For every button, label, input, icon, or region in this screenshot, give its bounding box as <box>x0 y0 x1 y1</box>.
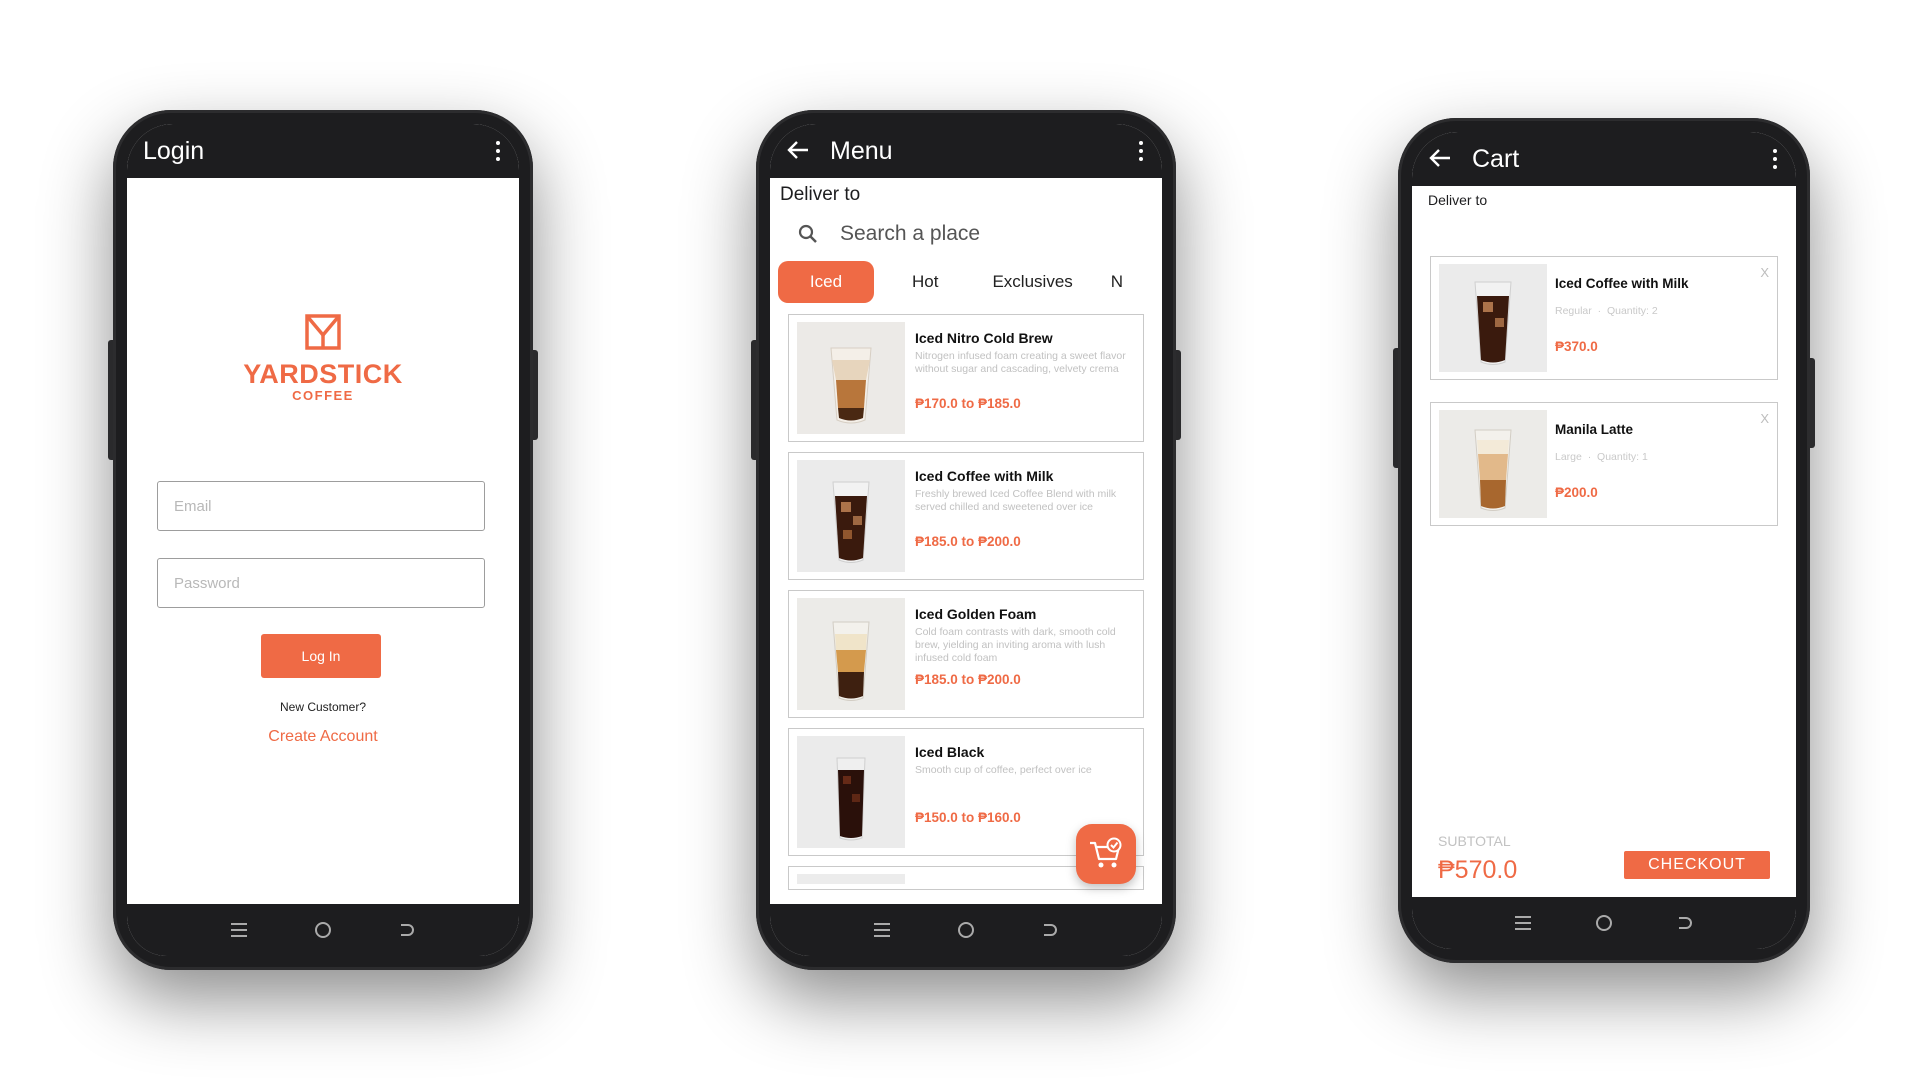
recents-icon[interactable] <box>1508 908 1538 938</box>
login-app-bar: Login <box>127 124 519 178</box>
product-image <box>797 736 905 848</box>
product-price: ₱185.0 to ₱200.0 <box>915 672 1021 687</box>
system-nav-bar <box>770 904 1162 956</box>
home-icon[interactable] <box>951 915 981 945</box>
cart-item-name: Manila Latte <box>1555 422 1634 437</box>
back-nav-icon[interactable] <box>1670 908 1700 938</box>
product-name: Iced Black <box>915 744 985 760</box>
recents-icon[interactable] <box>224 915 254 945</box>
login-button[interactable]: Log In <box>261 634 381 678</box>
system-nav-bar <box>1412 897 1796 949</box>
yardstick-logo-icon <box>305 314 341 350</box>
menu-app-bar: Menu <box>770 124 1162 178</box>
new-customer-text: New Customer? <box>279 700 367 714</box>
kebab-menu-icon[interactable] <box>1138 141 1144 161</box>
system-nav-bar <box>127 904 519 956</box>
arrow-left-icon[interactable] <box>786 136 810 167</box>
logo-wordmark: YARDSTICK <box>243 359 403 389</box>
phone-login: Login YARDSTICK COFFEE Log In New Custom… <box>108 110 538 970</box>
cart-item-meta: Regular · Quantity: 2 <box>1555 305 1658 317</box>
product-image <box>797 322 905 434</box>
back-nav-icon[interactable] <box>392 915 422 945</box>
app-bar-title: Login <box>143 136 205 165</box>
product-description: Cold foam contrasts with dark, smooth co… <box>915 626 1116 664</box>
cart-item-size: Large <box>1555 451 1582 463</box>
logo-subtitle: COFFEE <box>292 388 354 403</box>
place-search[interactable]: Search a place <box>770 206 1162 252</box>
login-screen: Login YARDSTICK COFFEE Log In New Custom… <box>127 124 519 956</box>
phone-cart: Cart Deliver to Iced Coffee with Milk Re… <box>1393 118 1815 963</box>
cart-item-name: Iced Coffee with Milk <box>1555 276 1689 291</box>
cart-screen: Cart Deliver to Iced Coffee with Milk Re… <box>1412 132 1796 949</box>
cart-item-price: ₱370.0 <box>1555 339 1598 354</box>
product-image <box>797 874 905 884</box>
search-icon <box>798 224 817 243</box>
menu-screen: Menu Deliver to Search a place Iced Hot … <box>770 124 1162 956</box>
product-price: ₱185.0 to ₱200.0 <box>915 534 1021 549</box>
phone-menu: Menu Deliver to Search a place Iced Hot … <box>751 110 1181 970</box>
cart-item-price: ₱200.0 <box>1555 485 1598 500</box>
cart-check-icon[interactable] <box>1076 824 1136 884</box>
subtotal-value: ₱570.0 <box>1438 856 1518 884</box>
tab-iced[interactable]: Iced <box>778 261 874 303</box>
back-nav-icon[interactable] <box>1035 915 1065 945</box>
product-name: Iced Coffee with Milk <box>915 468 1054 484</box>
cart-item-image <box>1439 410 1547 518</box>
product-image <box>797 460 905 572</box>
cart-item[interactable]: Manila Latte Large · Quantity: 1 ₱200.0 … <box>1430 402 1778 526</box>
product-card[interactable]: Iced Nitro Cold Brew Nitrogen infused fo… <box>788 314 1144 442</box>
product-description: Nitrogen infused foam creating a sweet f… <box>915 350 1126 375</box>
home-icon[interactable] <box>308 915 338 945</box>
product-price: ₱170.0 to ₱185.0 <box>915 396 1021 411</box>
brand-logo: YARDSTICK COFFEE <box>127 313 519 403</box>
product-price: ₱150.0 to ₱160.0 <box>915 810 1021 825</box>
checkout-button[interactable]: CHECKOUT <box>1624 851 1770 879</box>
product-card[interactable]: Iced Golden Foam Cold foam contrasts wit… <box>788 590 1144 718</box>
deliver-to-label: Deliver to <box>1428 192 1488 208</box>
product-image <box>797 598 905 710</box>
password-field[interactable] <box>157 558 485 608</box>
app-bar-title: Menu <box>830 136 893 165</box>
product-list: Iced Nitro Cold Brew Nitrogen infused fo… <box>770 304 1162 890</box>
remove-item-button[interactable]: X <box>1760 411 1769 426</box>
cart-item-image <box>1439 264 1547 372</box>
home-icon[interactable] <box>1589 908 1619 938</box>
app-bar-title: Cart <box>1472 144 1520 173</box>
cart-item-meta: Large · Quantity: 1 <box>1555 451 1648 463</box>
kebab-menu-icon[interactable] <box>1772 149 1778 169</box>
arrow-left-icon[interactable] <box>1428 144 1452 175</box>
cart-item-quantity: Quantity: 1 <box>1597 451 1648 463</box>
cart-app-bar: Cart <box>1412 132 1796 186</box>
cart-item-size: Regular <box>1555 305 1592 317</box>
product-name: Iced Golden Foam <box>915 606 1037 622</box>
category-tabs: Iced Hot Exclusives N <box>770 252 1162 304</box>
product-description: Freshly brewed Iced Coffee Blend with mi… <box>915 488 1117 513</box>
product-name: Iced Nitro Cold Brew <box>915 330 1053 346</box>
tab-exclusives[interactable]: Exclusives <box>972 261 1092 303</box>
kebab-menu-icon[interactable] <box>495 141 501 161</box>
subtotal-label: SUBTOTAL <box>1438 833 1511 849</box>
tab-partial[interactable]: N <box>1111 261 1123 303</box>
cart-items: Iced Coffee with Milk Regular · Quantity… <box>1412 208 1796 526</box>
remove-item-button[interactable]: X <box>1760 265 1769 280</box>
tab-hot[interactable]: Hot <box>892 261 958 303</box>
recents-icon[interactable] <box>867 915 897 945</box>
cart-item[interactable]: Iced Coffee with Milk Regular · Quantity… <box>1430 256 1778 380</box>
product-description: Smooth cup of coffee, perfect over ice <box>915 764 1092 776</box>
search-placeholder: Search a place <box>840 222 981 245</box>
deliver-to-label: Deliver to <box>780 184 861 205</box>
cart-item-quantity: Quantity: 2 <box>1606 305 1658 317</box>
showcase-stage: Login YARDSTICK COFFEE Log In New Custom… <box>0 0 1920 1080</box>
email-field[interactable] <box>157 481 485 531</box>
product-card[interactable]: Iced Coffee with Milk Freshly brewed Ice… <box>788 452 1144 580</box>
create-account-link[interactable]: Create Account <box>127 728 519 746</box>
